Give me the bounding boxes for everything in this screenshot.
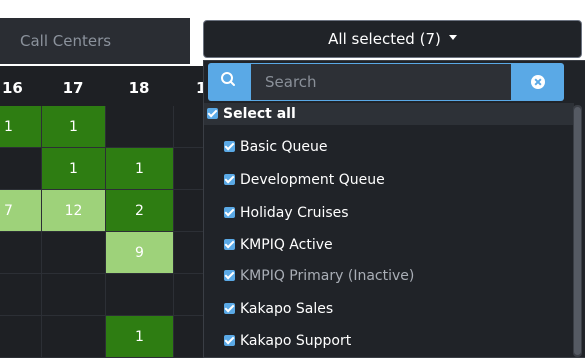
option-kmpiq-primary-inactive[interactable]: KMPIQ Primary (Inactive) <box>224 265 414 287</box>
checkbox-icon[interactable] <box>224 141 235 152</box>
option-label: KMPIQ Active <box>240 237 333 253</box>
table-cell <box>0 316 42 358</box>
scrollbar-thumb[interactable] <box>574 107 581 355</box>
option-basic-queue[interactable]: Basic Queue <box>224 136 328 158</box>
call-center-dropdown: Select all Basic Queue Development Queue… <box>203 60 585 358</box>
table-cell <box>0 148 42 190</box>
search-row <box>208 63 578 101</box>
table-cell: 1 <box>106 316 174 358</box>
search-input[interactable] <box>250 63 512 101</box>
clear-search-button[interactable] <box>512 63 564 101</box>
checkbox-icon[interactable] <box>224 270 235 281</box>
option-kmpiq-active[interactable]: KMPIQ Active <box>224 234 333 256</box>
table-cell: 2 <box>106 190 174 232</box>
search-icon <box>221 72 235 86</box>
clear-icon <box>531 75 545 89</box>
table-cell <box>42 274 106 316</box>
table-cell: 9 <box>106 232 174 274</box>
caret-down-icon <box>448 35 457 40</box>
checkbox-icon[interactable] <box>224 174 235 185</box>
table-cell <box>106 274 174 316</box>
column-header-16: 16 <box>2 79 23 97</box>
table-cell: 12 <box>42 190 106 232</box>
option-label: Holiday Cruises <box>240 205 349 221</box>
table-cell <box>42 316 106 358</box>
call-center-select-button[interactable]: All selected (7) <box>203 20 582 58</box>
table-cell <box>42 232 106 274</box>
column-header-17: 17 <box>62 79 84 97</box>
table-cell: 1 <box>42 148 106 190</box>
table-cell <box>106 106 174 148</box>
checkbox-icon[interactable] <box>224 335 235 346</box>
option-label: KMPIQ Primary (Inactive) <box>240 268 415 284</box>
table-cell: 1 <box>106 148 174 190</box>
checkbox-icon[interactable] <box>224 303 235 314</box>
option-kakapo-sales[interactable]: Kakapo Sales <box>224 298 333 320</box>
table-cell <box>0 274 42 316</box>
checkbox-icon[interactable] <box>224 207 235 218</box>
option-kakapo-support[interactable]: Kakapo Support <box>224 330 351 352</box>
dropdown-scrollbar[interactable] <box>573 105 582 357</box>
option-development-queue[interactable]: Development Queue <box>224 169 385 191</box>
app: Call Centers 16 17 18 1 1 1 1 1 7 12 2 9… <box>0 0 585 358</box>
call-centers-label: Call Centers <box>0 18 190 64</box>
option-label: Kakapo Sales <box>240 301 334 317</box>
option-label: Kakapo Support <box>240 333 352 349</box>
select-button-label: All selected (7) <box>328 30 441 48</box>
search-icon-box[interactable] <box>208 63 250 101</box>
column-header-18: 18 <box>128 79 150 97</box>
table-cell <box>0 232 42 274</box>
option-label: Basic Queue <box>240 139 328 155</box>
table-cell: 1 <box>0 106 42 148</box>
table-cell: 1 <box>42 106 106 148</box>
checkbox-icon[interactable] <box>224 239 235 250</box>
option-label: Development Queue <box>240 172 385 188</box>
select-all-label: Select all <box>223 106 296 122</box>
checkbox-icon[interactable] <box>207 108 218 119</box>
select-all-option[interactable]: Select all <box>204 103 574 125</box>
table-cell: 7 <box>0 190 42 232</box>
option-holiday-cruises[interactable]: Holiday Cruises <box>224 202 349 224</box>
